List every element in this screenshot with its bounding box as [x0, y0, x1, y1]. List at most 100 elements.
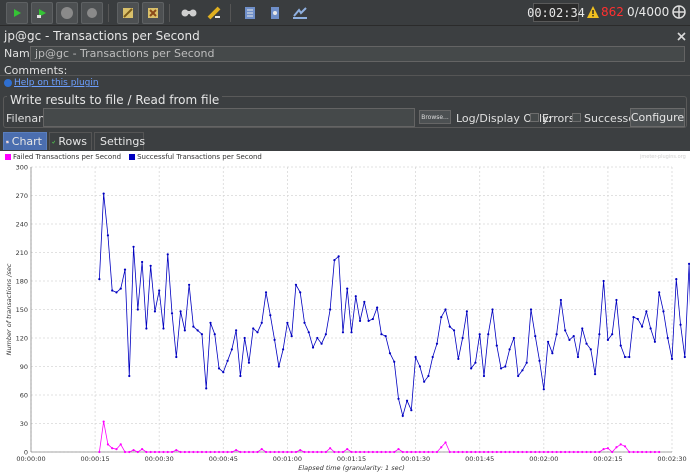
expand-icon[interactable] [677, 32, 686, 41]
data-point-successful [452, 329, 456, 332]
x-tick-label: 00:00:15 [80, 455, 109, 463]
data-point-successful [551, 352, 554, 355]
data-point-failed [593, 450, 597, 454]
data-point-successful [593, 373, 597, 376]
data-point-successful [299, 291, 302, 294]
data-point-successful [589, 348, 592, 351]
data-point-successful [431, 355, 434, 359]
comments-field[interactable] [0, 75, 690, 76]
data-point-successful [217, 367, 221, 370]
error-count[interactable]: 862 [601, 5, 624, 19]
shutdown-button[interactable] [81, 1, 103, 24]
data-point-successful [423, 380, 426, 383]
data-point-successful [98, 278, 101, 281]
data-point-failed [581, 450, 584, 454]
data-point-successful [675, 278, 678, 281]
toolbar-separator [230, 3, 231, 22]
data-point-failed [529, 450, 533, 454]
data-point-successful [333, 259, 336, 262]
data-point-successful [465, 310, 468, 313]
data-point-successful [448, 325, 451, 328]
data-point-successful [141, 260, 144, 264]
data-point-failed [358, 450, 362, 454]
data-point-successful [363, 300, 366, 303]
data-point-successful [619, 344, 622, 347]
data-point-failed [260, 448, 263, 451]
data-point-failed [551, 450, 554, 454]
data-point-failed [230, 450, 233, 454]
data-point-failed [632, 450, 635, 454]
function-helper-button[interactable] [239, 2, 261, 24]
warning-icon[interactable] [587, 6, 599, 18]
errors-checkbox[interactable] [530, 113, 539, 122]
data-point-failed [542, 450, 545, 454]
data-point-failed [384, 450, 387, 454]
data-point-successful [666, 336, 669, 340]
name-input[interactable]: jp@gc - Transactions per Second [30, 46, 685, 62]
data-point-failed [350, 450, 353, 454]
data-point-failed [572, 450, 575, 454]
data-point-successful [572, 335, 575, 338]
tab-settings[interactable]: Settings [94, 132, 145, 150]
data-point-failed [517, 450, 520, 454]
data-point-failed [200, 450, 204, 454]
data-point-failed [264, 450, 268, 454]
start-no-pauses-button[interactable] [31, 1, 53, 24]
data-point-successful [559, 298, 562, 302]
tab-chart[interactable]: Chart [3, 132, 47, 150]
data-point-failed [290, 450, 293, 454]
data-point-successful [358, 319, 362, 322]
help-link[interactable]: Help on this plugin [14, 78, 99, 88]
data-point-successful [239, 374, 242, 378]
data-point-failed [132, 449, 135, 452]
stop-button[interactable] [56, 1, 78, 24]
data-point-successful [410, 409, 413, 412]
data-point-failed [235, 449, 238, 452]
clear-button[interactable] [117, 1, 139, 24]
data-point-failed [534, 450, 537, 454]
browse-button[interactable]: Browse... [419, 110, 451, 124]
start-button[interactable] [6, 1, 28, 24]
data-point-successful [397, 397, 400, 400]
data-point-successful [192, 325, 195, 328]
remote-button[interactable] [289, 2, 311, 24]
search-button[interactable] [178, 2, 200, 24]
x-axis-label: Elapsed time (granularity: 1 sec) [298, 464, 405, 472]
data-point-failed [564, 450, 567, 454]
data-point-failed [162, 450, 165, 454]
data-point-successful [487, 333, 490, 336]
data-point-successful [546, 340, 550, 343]
globe-icon[interactable] [672, 5, 686, 19]
data-point-successful [213, 333, 216, 336]
configure-button[interactable]: Configure [630, 108, 685, 127]
data-point-failed [269, 450, 272, 454]
data-point-successful [273, 338, 276, 341]
data-point-failed [247, 450, 251, 454]
y-tick-label: 30 [20, 420, 28, 428]
x-tick-label: 00:01:15 [337, 455, 366, 463]
filename-input[interactable] [43, 108, 415, 127]
reset-search-button[interactable] [203, 2, 225, 24]
data-point-successful [470, 367, 473, 370]
data-point-failed [376, 450, 379, 454]
data-point-failed [337, 450, 340, 454]
data-point-successful [179, 310, 182, 313]
tab-rows[interactable]: Rows [49, 132, 92, 150]
start-no-pauses-icon [37, 8, 46, 18]
data-point-successful [495, 344, 498, 347]
clear-icon [123, 7, 133, 18]
data-point-failed [303, 450, 306, 454]
data-point-successful [324, 333, 327, 336]
data-point-failed [444, 441, 447, 444]
help-button[interactable] [264, 2, 286, 24]
data-point-failed [470, 450, 473, 454]
clear-all-button[interactable] [142, 1, 164, 24]
data-point-failed [495, 450, 498, 454]
data-point-failed [504, 450, 507, 454]
data-point-failed [256, 450, 259, 454]
successes-checkbox[interactable] [572, 113, 581, 122]
data-point-failed [615, 446, 618, 449]
data-point-successful [525, 361, 528, 364]
data-point-failed [388, 450, 392, 454]
data-point-failed [628, 450, 631, 454]
